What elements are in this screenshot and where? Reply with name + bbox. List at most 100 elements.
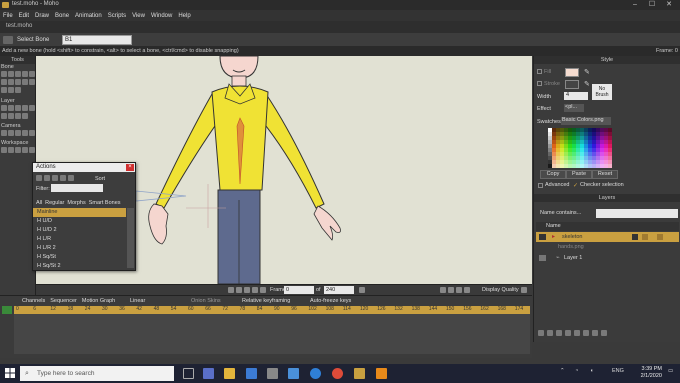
layer-down-icon[interactable] xyxy=(592,330,598,336)
layer-tool-icon[interactable] xyxy=(22,105,28,111)
clock[interactable]: 3:39 PM 2/1/2020 xyxy=(641,366,662,380)
total-frames-field[interactable]: 240 xyxy=(324,286,354,294)
moho-taskbar-icon[interactable] xyxy=(354,368,365,379)
actions-filter-input[interactable] xyxy=(51,184,103,192)
duplicate-layer-icon[interactable] xyxy=(547,330,553,336)
tab-morphs[interactable]: Morphs xyxy=(67,200,85,206)
checkmark-icon[interactable]: ✓ xyxy=(573,182,578,189)
menu-edit[interactable]: Edit xyxy=(19,13,29,19)
camera-tool-icon[interactable] xyxy=(15,130,21,136)
bone-tool-icon[interactable] xyxy=(15,87,21,93)
timeline-track[interactable] xyxy=(14,314,530,354)
eyedropper-icon[interactable]: ✎ xyxy=(584,80,590,88)
bone-name-field[interactable]: B1 xyxy=(62,35,132,45)
bone-tool-icon[interactable] xyxy=(22,71,28,77)
maximize-icon[interactable]: ☐ xyxy=(645,0,659,10)
vlc-icon[interactable] xyxy=(376,368,387,379)
loop-icon[interactable] xyxy=(359,287,365,293)
menu-animation[interactable]: Animation xyxy=(75,13,102,19)
paste-button[interactable]: Paste xyxy=(566,170,592,179)
effect-dropdown[interactable]: <pl... xyxy=(564,104,584,112)
color-swatch[interactable] xyxy=(608,164,612,168)
tab-sequencer[interactable]: Sequencer xyxy=(50,298,77,304)
action-item[interactable]: H Sq/St xyxy=(33,253,126,262)
tab-motion-graph[interactable]: Motion Graph xyxy=(82,298,115,304)
volume-icon[interactable]: ◖ xyxy=(590,368,593,374)
action-item[interactable]: H U/D xyxy=(33,217,126,226)
menu-scripts[interactable]: Scripts xyxy=(108,13,126,19)
relative-keyframing-checkbox[interactable]: Relative keyframing xyxy=(242,298,290,304)
advanced-checkbox[interactable] xyxy=(538,183,543,188)
view-icon[interactable] xyxy=(448,287,454,293)
bone-tool-icon[interactable] xyxy=(8,71,14,77)
layer-tool-icon[interactable] xyxy=(22,113,28,119)
file-explorer-icon[interactable] xyxy=(224,368,235,379)
stroke-checkbox[interactable] xyxy=(537,81,542,86)
layer-name[interactable]: Layer 1 xyxy=(564,255,582,261)
menu-view[interactable]: View xyxy=(132,13,145,19)
store-icon[interactable] xyxy=(246,368,257,379)
keyframe-marker[interactable] xyxy=(2,306,12,314)
fast-forward-icon[interactable] xyxy=(260,287,266,293)
reset-button[interactable]: Reset xyxy=(592,170,618,179)
layer-name[interactable]: hands.png xyxy=(558,244,584,250)
bone-tool-icon[interactable] xyxy=(29,71,35,77)
tab-all[interactable]: All xyxy=(36,200,42,206)
layer-settings-icon[interactable] xyxy=(565,330,571,336)
view-icon[interactable] xyxy=(440,287,446,293)
swatch-grid[interactable] xyxy=(548,128,612,170)
layer-option-icon[interactable] xyxy=(657,234,663,240)
actions-scrollbar[interactable] xyxy=(127,208,134,268)
network-icon[interactable]: ◔ xyxy=(575,368,578,374)
stroke-color-swatch[interactable] xyxy=(565,80,579,89)
tray-icon[interactable]: ⌃ xyxy=(560,368,565,374)
layer-tool-icon[interactable] xyxy=(1,113,7,119)
bone-tool-icon[interactable] xyxy=(1,87,7,93)
swatches-dropdown[interactable]: Basic Colors.png xyxy=(561,117,611,125)
chrome-icon[interactable] xyxy=(332,368,343,379)
action-item[interactable]: Mainline xyxy=(33,208,126,217)
bone-tool-icon[interactable] xyxy=(29,79,35,85)
language-indicator[interactable]: ENG xyxy=(612,368,624,374)
layer-name[interactable]: skeleton xyxy=(562,234,583,240)
layer-up-icon[interactable] xyxy=(583,330,589,336)
camera-tool-icon[interactable] xyxy=(8,130,14,136)
layer-option-icon[interactable] xyxy=(632,234,638,240)
layer-tool-icon[interactable] xyxy=(15,105,21,111)
view-icon[interactable] xyxy=(456,287,462,293)
step-back-icon[interactable] xyxy=(236,287,242,293)
bone-tool-icon[interactable] xyxy=(1,71,7,77)
view-icon[interactable] xyxy=(464,287,470,293)
layer-folder-icon[interactable] xyxy=(574,330,580,336)
action-item[interactable]: H U/D 2 xyxy=(33,226,126,235)
visibility-icon[interactable] xyxy=(539,255,546,261)
workspace-tool-icon[interactable] xyxy=(1,147,7,153)
timeline-ruler[interactable]: 0 6 12 18 24 30 36 42 48 54 60 66 72 78 84 90 96 102 108 11… xyxy=(14,306,530,314)
eyedropper-icon[interactable]: ✎ xyxy=(584,68,590,76)
layer-more-icon[interactable] xyxy=(601,330,607,336)
camera-tool-icon[interactable] xyxy=(22,130,28,136)
menu-file[interactable]: File xyxy=(3,13,13,19)
step-forward-icon[interactable] xyxy=(252,287,258,293)
workspace-tool-icon[interactable] xyxy=(15,147,21,153)
close-icon[interactable]: × xyxy=(126,164,134,171)
layer-tool-icon[interactable] xyxy=(8,105,14,111)
menu-draw[interactable]: Draw xyxy=(35,13,49,19)
workspace-tool-icon[interactable] xyxy=(8,147,14,153)
edge-icon[interactable] xyxy=(310,368,321,379)
task-view-icon[interactable] xyxy=(183,368,194,379)
bone-tool-icon[interactable] xyxy=(8,87,14,93)
taskbar-search[interactable]: ⌕ Type here to search xyxy=(20,366,174,381)
minimize-icon[interactable]: – xyxy=(628,0,642,10)
menu-bone[interactable]: Bone xyxy=(55,13,69,19)
settings-icon[interactable] xyxy=(521,287,527,293)
action-item[interactable]: H L/R 2 xyxy=(33,244,126,253)
taskbar-app-icon[interactable] xyxy=(267,368,278,379)
notification-icon[interactable]: ▭ xyxy=(668,368,673,374)
taskbar-app-icon[interactable] xyxy=(288,368,299,379)
duplicate-action-icon[interactable] xyxy=(44,175,50,181)
layer-filter-input[interactable] xyxy=(596,209,678,218)
play-icon[interactable] xyxy=(244,287,250,293)
workspace-tool-icon[interactable] xyxy=(29,147,35,153)
delete-action-icon[interactable] xyxy=(52,175,58,181)
